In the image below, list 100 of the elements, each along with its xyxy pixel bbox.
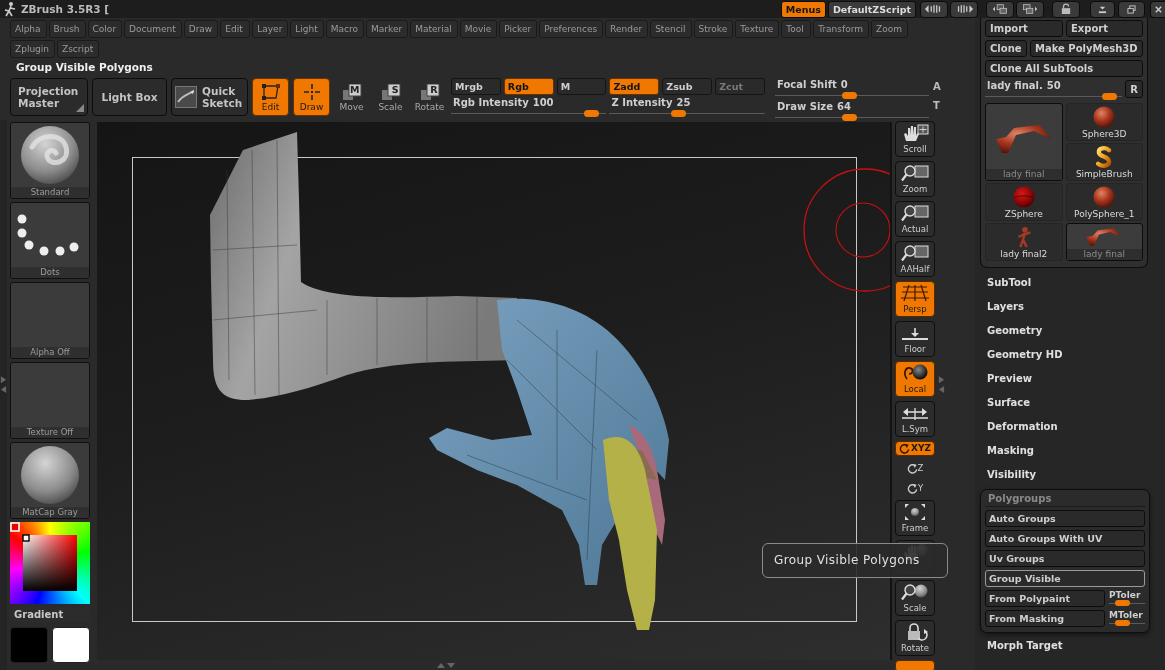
transform-mode-button[interactable]: M Move — [334, 78, 369, 116]
local-button[interactable]: Local — [895, 361, 935, 397]
scroll-left-button[interactable] — [920, 0, 948, 18]
layout-left-button[interactable] — [986, 0, 1014, 18]
floor-button[interactable]: Floor — [895, 321, 935, 357]
axis-rotation-button[interactable]: Y — [895, 480, 935, 496]
scale-button[interactable]: Scale — [895, 580, 935, 616]
section-header[interactable]: Polygroups — [985, 490, 1145, 507]
menu-item[interactable]: Transform — [813, 20, 869, 38]
section-header[interactable]: Layers — [975, 294, 1165, 318]
section-header[interactable]: Deformation — [975, 414, 1165, 438]
menu-item[interactable]: Color — [87, 20, 123, 38]
brush-picker[interactable]: Standard — [10, 122, 90, 199]
slider-thumb[interactable] — [671, 110, 687, 117]
zoom-button[interactable]: Zoom — [895, 161, 935, 197]
tool-button[interactable]: Light Box — [92, 78, 167, 116]
menu-item[interactable]: Preferences — [539, 20, 604, 38]
section-header[interactable]: Geometry HD — [975, 342, 1165, 366]
restore-button[interactable] — [1118, 0, 1145, 18]
color-swatch[interactable] — [10, 627, 48, 663]
menu-item[interactable]: Render — [605, 20, 649, 38]
half-size-button[interactable]: AAHalf — [895, 241, 935, 277]
tool-action-button[interactable]: Export — [1065, 20, 1143, 37]
local-symmetry-button[interactable]: L.Sym — [895, 401, 935, 437]
tool-thumbnail[interactable]: lady final — [1065, 223, 1143, 261]
perspective-button[interactable]: Persp — [895, 281, 935, 317]
material-picker[interactable]: MatCap Gray — [10, 442, 90, 519]
tool-action-button[interactable]: Clone — [985, 40, 1027, 57]
tool-thumbnail[interactable]: lady final2 — [985, 223, 1063, 261]
menu-item[interactable]: Zoom — [871, 20, 908, 38]
draw-mode-button[interactable]: Draw — [293, 78, 330, 116]
polygroup-button[interactable]: Auto Groups With UV — [985, 530, 1145, 547]
menu-item[interactable]: Texture — [735, 20, 780, 38]
slider-thumb[interactable] — [1115, 620, 1131, 626]
slider-thumb[interactable] — [584, 110, 600, 117]
slider-track[interactable] — [985, 93, 1122, 100]
section-header[interactable]: SubTool — [975, 270, 1165, 294]
menu-item[interactable]: Brush — [48, 20, 86, 38]
actual-size-button[interactable]: Actual — [895, 201, 935, 237]
stroke-picker[interactable]: Dots — [10, 202, 90, 279]
menu-item[interactable]: Picker — [499, 20, 538, 38]
transform-mode-button[interactable]: R Rotate — [412, 78, 447, 116]
lock-button[interactable] — [1052, 0, 1080, 18]
menu-item[interactable]: Document — [124, 20, 182, 38]
channel-toggle[interactable]: Zadd — [609, 78, 660, 95]
tool-thumbnail[interactable]: ZSphere — [985, 183, 1063, 221]
channel-toggle[interactable]: M — [556, 78, 607, 95]
transform-mode-button[interactable]: S Scale — [373, 78, 408, 116]
menu-item[interactable]: Stencil — [650, 20, 692, 38]
scroll-button[interactable]: Scroll — [895, 121, 935, 157]
texture-picker[interactable]: Texture Off — [10, 362, 90, 439]
section-header[interactable]: Surface — [975, 390, 1165, 414]
polygroup-button[interactable]: Uv Groups — [985, 550, 1145, 567]
menu-item[interactable]: Edit — [220, 20, 251, 38]
tool-thumbnail[interactable]: Sphere3D — [1065, 103, 1143, 141]
menu-item[interactable]: Alpha — [10, 20, 47, 38]
title-bar-button[interactable]: Menus — [780, 0, 826, 18]
alpha-picker[interactable]: Alpha Off — [10, 282, 90, 359]
polygroup-button[interactable]: Group Visible — [985, 570, 1145, 587]
menu-item[interactable]: Zscript — [57, 40, 100, 58]
tool-action-button[interactable]: Clone All SubTools — [985, 60, 1143, 77]
collapse-arrows-icon[interactable] — [435, 661, 457, 669]
menu-button[interactable]: Projection Master — [10, 78, 88, 116]
menu-item[interactable]: Zplugin — [10, 40, 55, 58]
section-header[interactable]: Masking — [975, 438, 1165, 462]
tool-thumbnail[interactable]: SimpleBrush — [1065, 143, 1143, 181]
menu-item[interactable]: Material — [410, 20, 458, 38]
channel-toggle[interactable]: Rgb — [503, 78, 554, 95]
menu-item[interactable]: Stroke — [693, 20, 734, 38]
menu-item[interactable]: Tool — [781, 20, 812, 38]
frame-button[interactable]: Frame — [895, 500, 935, 536]
section-header[interactable]: Morph Target — [975, 633, 1165, 657]
minimize-button[interactable] — [1090, 0, 1115, 18]
cut-off-button[interactable] — [895, 660, 935, 670]
tool-button[interactable]: Quick Sketch — [171, 78, 248, 116]
polygroup-button[interactable]: From Masking — [985, 610, 1105, 627]
xyz-rotation-button[interactable]: XYZ — [895, 441, 935, 456]
menu-item[interactable]: Draw — [183, 20, 219, 38]
layout-right-button[interactable] — [1016, 0, 1044, 18]
channel-toggle[interactable]: Mrgb — [451, 78, 501, 95]
section-header[interactable]: Visibility — [975, 462, 1165, 486]
axis-rotation-button[interactable]: Z — [895, 460, 935, 476]
color-picker[interactable] — [10, 522, 90, 604]
close-button[interactable] — [1150, 0, 1165, 18]
menu-item[interactable]: Light — [290, 20, 324, 38]
menu-item[interactable]: Movie — [459, 20, 498, 38]
channel-toggle[interactable]: Zsub — [662, 78, 713, 95]
edit-mode-button[interactable]: Edit — [252, 78, 289, 116]
polygroup-button[interactable]: From Polypaint — [985, 590, 1105, 607]
color-swatch[interactable] — [52, 627, 90, 663]
scroll-right-button[interactable] — [950, 0, 978, 18]
title-bar-button[interactable]: DefaultZScript — [827, 0, 916, 18]
rotate-button[interactable]: Rotate — [895, 620, 935, 656]
menu-item[interactable]: Macro — [325, 20, 365, 38]
tool-thumbnail[interactable]: PolySphere_1 — [1065, 183, 1143, 221]
slider-thumb[interactable] — [1102, 93, 1118, 100]
tool-action-button[interactable]: Make PolyMesh3D — [1030, 40, 1143, 57]
menu-item[interactable]: Marker — [366, 20, 409, 38]
menu-item[interactable]: Layer — [252, 20, 289, 38]
slider-thumb[interactable] — [1115, 600, 1131, 606]
